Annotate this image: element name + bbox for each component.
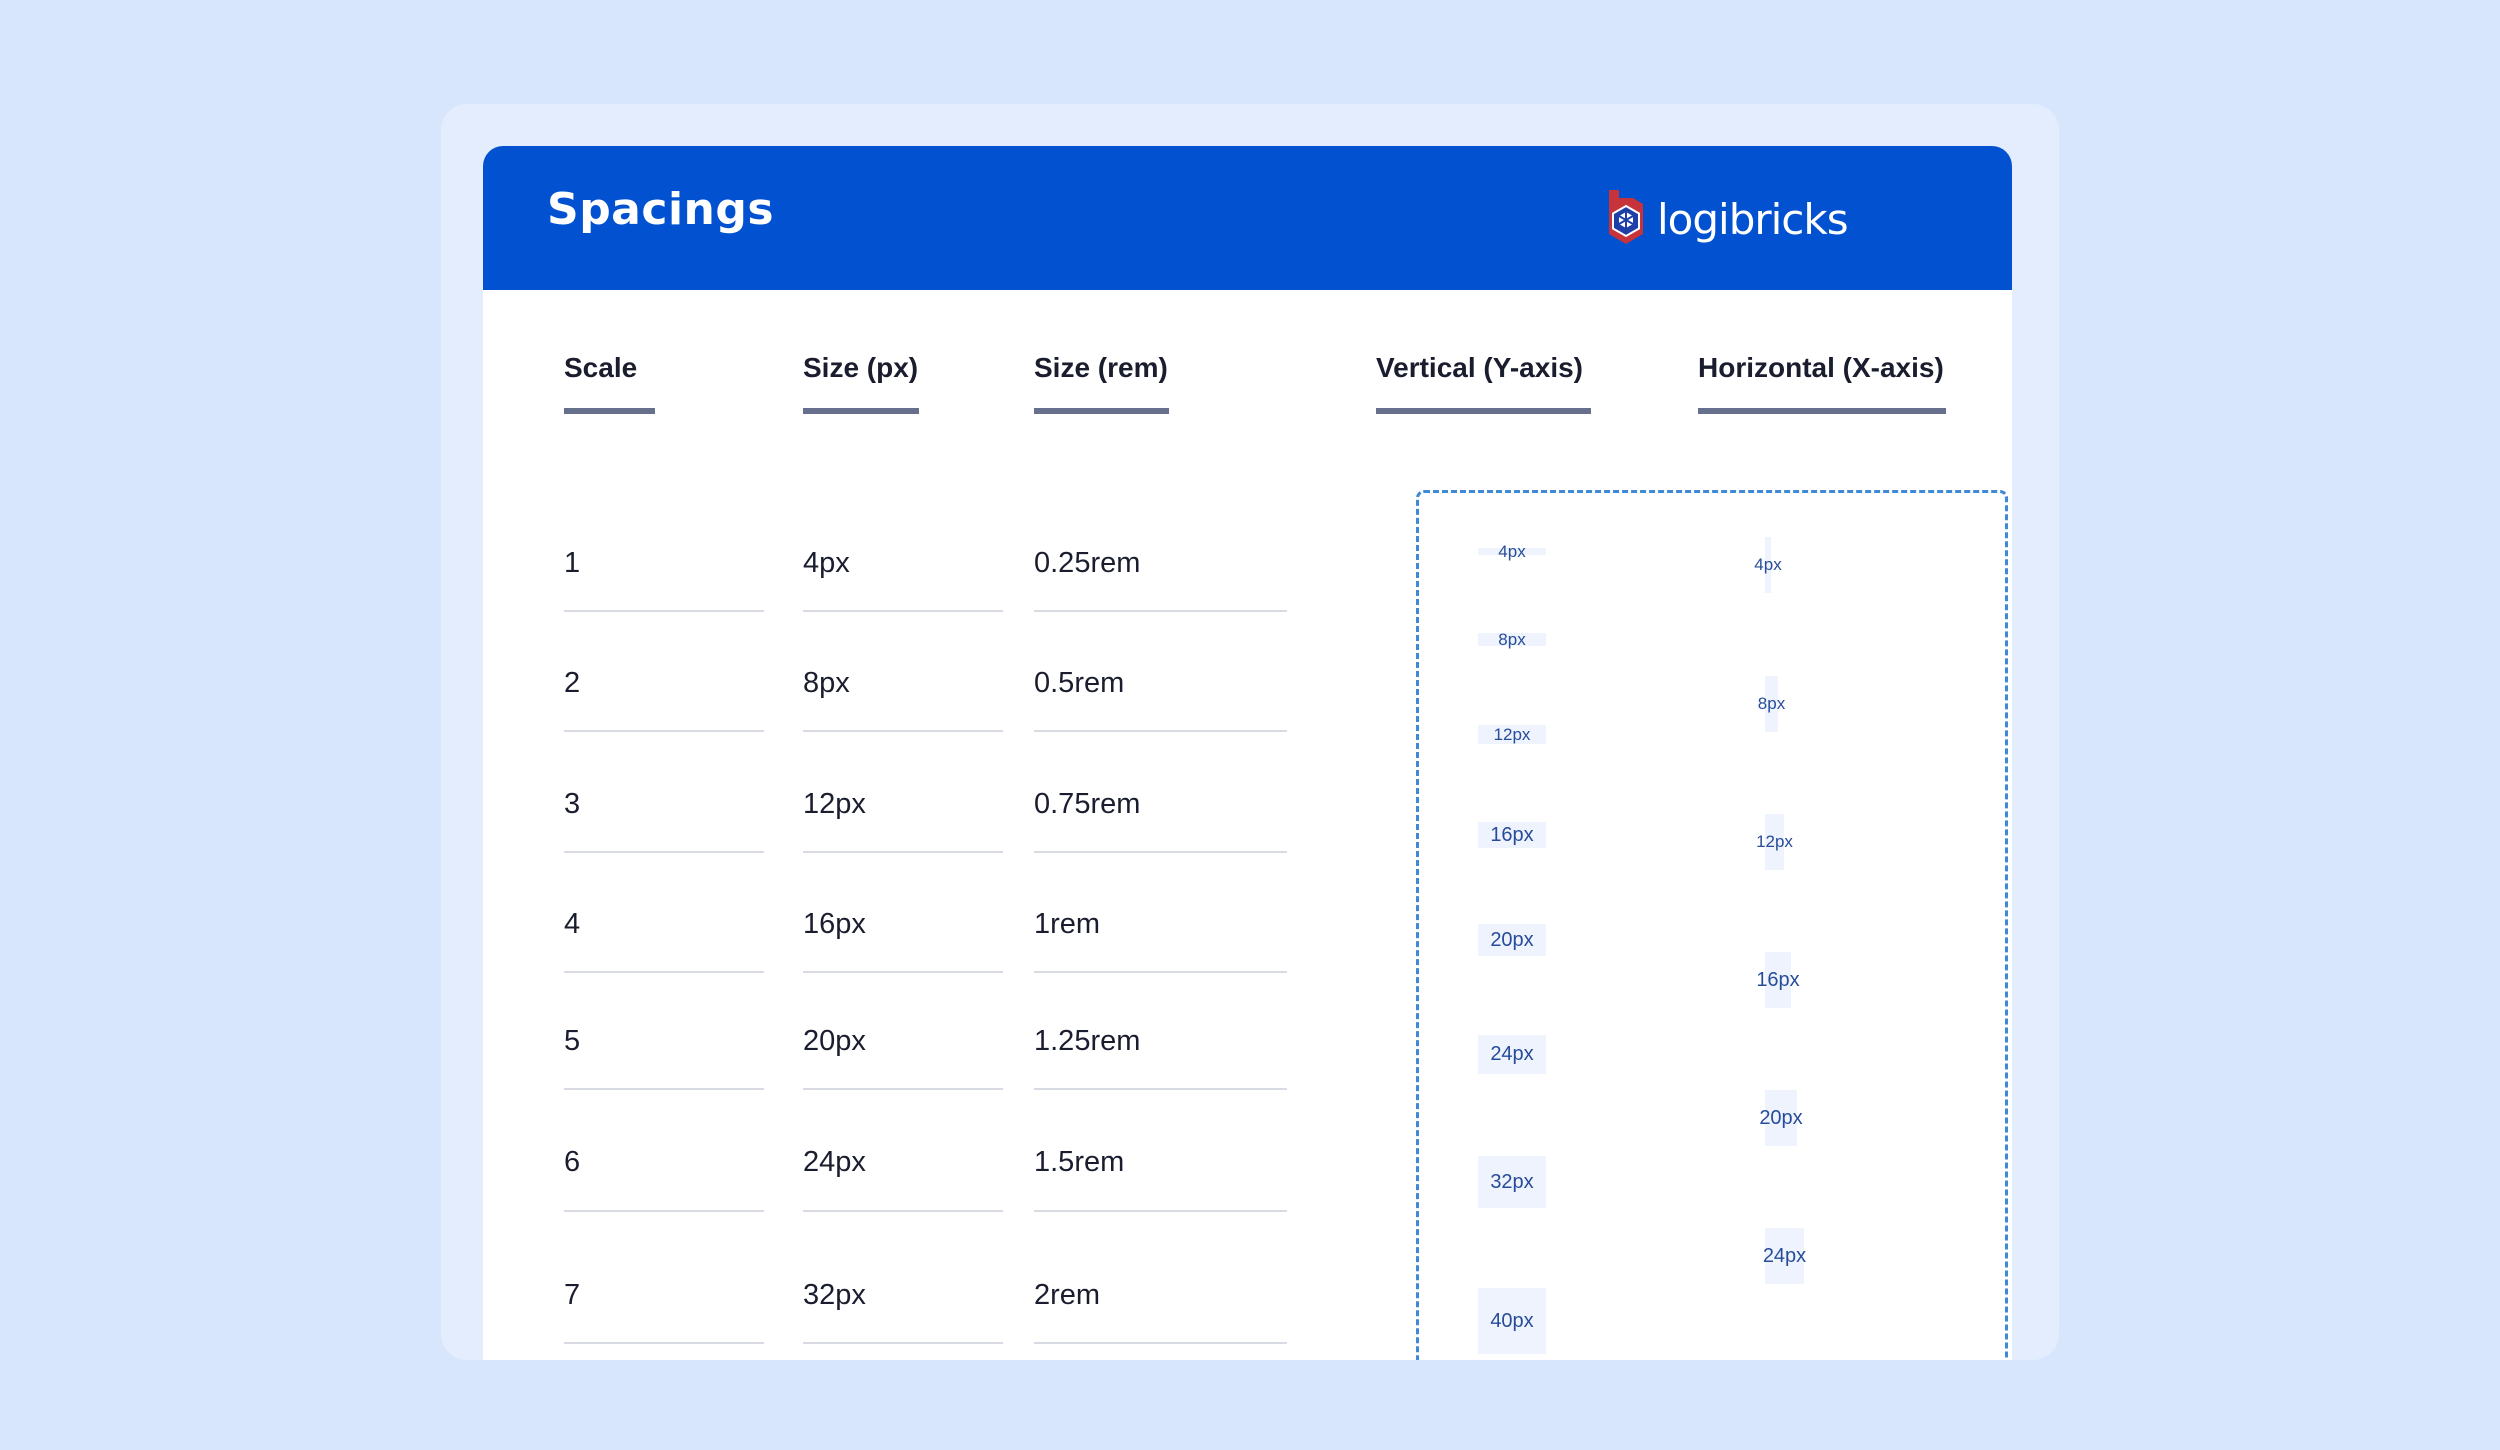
row-1-size-px: 4px xyxy=(803,547,850,579)
horizontal-spacing-20px-label: 20px xyxy=(1759,1106,1803,1129)
row-divider xyxy=(803,1342,1003,1344)
row-divider xyxy=(803,1088,1003,1090)
vertical-spacing-4px: 4px xyxy=(1478,542,1546,561)
row-4-size-px: 16px xyxy=(803,908,866,940)
column-header-size-rem-label: Size (rem) xyxy=(1034,352,1168,383)
horizontal-spacing-12px-label: 12px xyxy=(1756,832,1793,851)
row-4-size-rem: 1rem xyxy=(1034,908,1101,940)
row-divider xyxy=(564,851,764,853)
row-2-scale: 2 xyxy=(564,667,581,699)
horizontal-spacing-8px-label: 8px xyxy=(1757,694,1786,713)
column-header-horizontal-label: Horizontal (X-axis) xyxy=(1698,352,1944,383)
card-header: Spacings logibricks xyxy=(483,146,2012,290)
column-header-scale-label: Scale xyxy=(564,352,638,383)
row-divider xyxy=(564,1210,764,1212)
row-divider xyxy=(803,730,1003,732)
row-7-scale: 7 xyxy=(564,1279,581,1311)
horizontal-spacing-4px-label: 4px xyxy=(1754,555,1782,574)
row-3-scale: 3 xyxy=(564,788,581,820)
column-header-size-px-label: Size (px) xyxy=(803,352,919,383)
row-1-scale: 1 xyxy=(564,547,581,579)
horizontal-spacing-8px: 8px xyxy=(1758,676,1785,732)
row-divider xyxy=(803,610,1003,612)
row-5-size-px: 20px xyxy=(803,1025,866,1057)
column-header-horizontal: Horizontal (X-axis) xyxy=(1698,352,1946,414)
row-5-scale: 5 xyxy=(564,1025,581,1057)
logibricks-logo: logibricks xyxy=(1603,186,1849,252)
row-divider xyxy=(564,730,764,732)
row-4-scale: 4 xyxy=(564,908,581,940)
row-7-size-rem: 2rem xyxy=(1034,1279,1101,1311)
column-header-underline xyxy=(1376,408,1591,414)
horizontal-spacing-24px: 24px xyxy=(1762,1228,1807,1284)
spacing-card: Spacings logibricks Scale Size (px) Size… xyxy=(483,146,2012,1360)
row-divider xyxy=(564,971,764,973)
row-divider xyxy=(1034,610,1287,612)
vertical-spacing-16px: 16px xyxy=(1478,822,1546,848)
row-divider xyxy=(803,971,1003,973)
row-6-size-px: 24px xyxy=(803,1146,866,1178)
outer-frame: Spacings logibricks Scale Size (px) Size… xyxy=(441,104,2059,1360)
row-3-size-rem: 0.75rem xyxy=(1034,788,1141,820)
horizontal-spacing-4px: 4px xyxy=(1754,537,1782,593)
column-header-vertical-label: Vertical (Y-axis) xyxy=(1376,352,1584,383)
row-7-size-px: 32px xyxy=(803,1279,866,1311)
row-divider xyxy=(564,1088,764,1090)
row-divider xyxy=(1034,730,1287,732)
row-2-size-px: 8px xyxy=(803,667,850,699)
row-6-scale: 6 xyxy=(564,1146,581,1178)
row-divider xyxy=(1034,971,1287,973)
row-divider xyxy=(1034,1088,1287,1090)
vertical-spacing-12px: 12px xyxy=(1478,725,1546,744)
row-divider xyxy=(1034,851,1287,853)
column-header-size-rem: Size (rem) xyxy=(1034,352,1169,414)
logibricks-hexagon-logo-icon xyxy=(1609,190,1643,244)
row-divider xyxy=(1034,1342,1287,1344)
column-header-size-px: Size (px) xyxy=(803,352,919,414)
logo-wordmark: logibricks xyxy=(1657,194,1849,244)
horizontal-spacing-24px-label: 24px xyxy=(1762,1244,1807,1267)
spacing-demo-box: 4px 8px 12px 16px 20px 24px 32px 40px 4p… xyxy=(1416,490,2008,1360)
row-1-size-rem: 0.25rem xyxy=(1034,547,1141,579)
column-header-vertical: Vertical (Y-axis) xyxy=(1376,352,1591,414)
vertical-spacing-24px: 24px xyxy=(1478,1035,1546,1074)
row-5-size-rem: 1.25rem xyxy=(1034,1025,1141,1057)
row-divider xyxy=(803,851,1003,853)
page-title: Spacings xyxy=(547,184,775,235)
row-divider xyxy=(564,1342,764,1344)
row-divider xyxy=(564,610,764,612)
column-header-underline xyxy=(564,408,655,414)
horizontal-spacing-12px: 12px xyxy=(1756,814,1793,870)
column-header-scale: Scale xyxy=(564,352,655,414)
row-divider xyxy=(1034,1210,1287,1212)
column-header-underline xyxy=(1034,408,1169,414)
row-divider xyxy=(803,1210,1003,1212)
vertical-spacing-40px: 40px xyxy=(1478,1288,1546,1354)
row-2-size-rem: 0.5rem xyxy=(1034,667,1125,699)
vertical-spacing-32px: 32px xyxy=(1478,1156,1546,1208)
vertical-spacing-8px: 8px xyxy=(1478,630,1546,649)
horizontal-spacing-16px: 16px xyxy=(1756,952,1800,1008)
row-6-size-rem: 1.5rem xyxy=(1034,1146,1125,1178)
column-header-underline xyxy=(1698,408,1946,414)
vertical-spacing-20px: 20px xyxy=(1478,924,1546,956)
horizontal-spacing-16px-label: 16px xyxy=(1756,968,1800,991)
horizontal-spacing-20px: 20px xyxy=(1759,1090,1803,1146)
column-header-underline xyxy=(803,408,919,414)
row-3-size-px: 12px xyxy=(803,788,866,820)
